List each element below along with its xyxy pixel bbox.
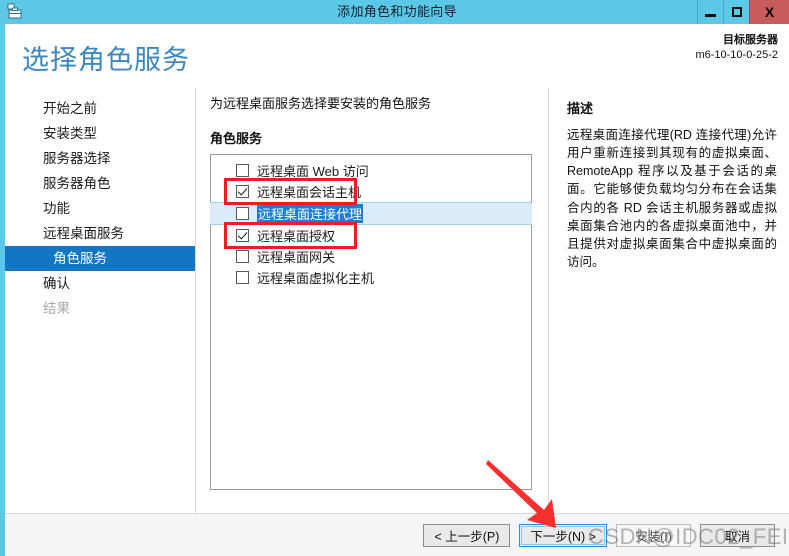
title-bar: 添加角色和功能向导 X	[0, 0, 789, 24]
role-service-row[interactable]: 远程桌面授权	[211, 225, 531, 246]
footer-button-2[interactable]: 安装(I)	[616, 523, 691, 547]
close-button[interactable]: X	[749, 0, 789, 24]
wizard-header: 选择角色服务 目标服务器 m6-10-10-0-25-2	[5, 24, 789, 88]
sidebar-item-0[interactable]: 开始之前	[5, 96, 195, 121]
role-services-label: 角色服务	[210, 130, 263, 146]
checkbox-icon[interactable]	[236, 228, 249, 242]
checkbox-icon[interactable]	[236, 163, 249, 177]
description-title: 描述	[567, 101, 594, 116]
target-server-label: 目标服务器	[723, 34, 778, 46]
role-service-label: 远程桌面虚拟化主机	[257, 270, 375, 286]
role-service-label: 远程桌面连接代理	[257, 203, 364, 223]
role-service-row[interactable]: 远程桌面会话主机	[211, 181, 531, 202]
page-title: 选择角色服务	[22, 45, 190, 75]
description-text: 远程桌面连接代理(RD 连接代理)允许用户重新连接到其现有的虚拟桌面、Remot…	[567, 128, 777, 269]
maximize-icon	[731, 7, 742, 17]
wizard-footer: < 上一步(P) 下一步(N) > 安装(I) 取消	[5, 513, 789, 556]
window-title: 添加角色和功能向导	[337, 4, 457, 19]
sidebar-item-4[interactable]: 功能	[5, 196, 195, 221]
role-service-row[interactable]: 远程桌面 Web 访问	[211, 160, 531, 181]
role-service-label: 远程桌面 Web 访问	[257, 163, 369, 179]
role-service-row[interactable]: 远程桌面网关	[211, 246, 531, 267]
sidebar-item-1[interactable]: 安装类型	[5, 121, 195, 146]
wizard-body: 开始之前 安装类型 服务器选择 服务器角色 功能 远程桌面服务 角色服务 确认 结果 为远程桌面…	[5, 88, 789, 513]
sidebar-item-2[interactable]: 服务器选择	[5, 146, 195, 171]
sidebar-item-8: 结果	[43, 301, 70, 316]
checkbox-icon[interactable]	[236, 249, 249, 263]
maximize-button[interactable]	[723, 0, 750, 24]
checkbox-icon[interactable]	[236, 184, 249, 198]
sidebar-item-7[interactable]: 确认	[5, 271, 195, 296]
checkbox-icon[interactable]	[236, 206, 249, 220]
sidebar-item-3[interactable]: 服务器角色	[5, 171, 195, 196]
role-service-label: 远程桌面网关	[257, 249, 336, 265]
role-services-section: 为远程桌面服务选择要安装的角色服务 角色服务 远程桌面 Web 访问 远程桌面会话…	[196, 88, 536, 513]
sidebar-item-6[interactable]: 角色服务	[5, 246, 195, 271]
footer-button-0[interactable]: < 上一步(P)	[423, 523, 511, 547]
role-services-listbox[interactable]: 远程桌面 Web 访问 远程桌面会话主机远程桌面连接代理远程桌面授权 远程桌面网关远…	[210, 153, 532, 490]
role-service-row[interactable]: 远程桌面虚拟化主机	[211, 267, 531, 288]
sidebar-item-5[interactable]: 远程桌面服务	[5, 221, 195, 246]
add-roles-wizard-window: 添加角色和功能向导 X 选择角色服务 目标服务器 m6-10-10-0-25-2…	[0, 0, 789, 556]
description-panel: 描述 远程桌面连接代理(RD 连接代理)允许用户重新连接到其现有的虚拟桌面、Re…	[548, 88, 789, 513]
target-server-name: m6-10-10-0-25-2	[695, 48, 778, 61]
role-service-label: 远程桌面授权	[257, 228, 336, 244]
window-controls: X	[697, 0, 789, 24]
role-service-row[interactable]: 远程桌面连接代理	[210, 201, 532, 225]
target-server-block: 目标服务器 m6-10-10-0-25-2	[695, 33, 778, 63]
wizard-step-nav: 开始之前 安装类型 服务器选择 服务器角色 功能 远程桌面服务 角色服务 确认结果	[5, 88, 195, 513]
checkbox-icon[interactable]	[236, 270, 249, 284]
role-service-label: 远程桌面会话主机	[257, 184, 362, 200]
main-content: 为远程桌面服务选择要安装的角色服务 角色服务 远程桌面 Web 访问 远程桌面会话…	[195, 88, 789, 513]
footer-button-3[interactable]: 取消	[700, 523, 775, 547]
instruction-text: 为远程桌面服务选择要安装的角色服务	[210, 96, 432, 111]
server-manager-icon	[6, 3, 24, 21]
minimize-button[interactable]	[697, 0, 724, 24]
minimize-icon	[705, 13, 716, 17]
footer-button-1[interactable]: 下一步(N) >	[519, 523, 607, 547]
